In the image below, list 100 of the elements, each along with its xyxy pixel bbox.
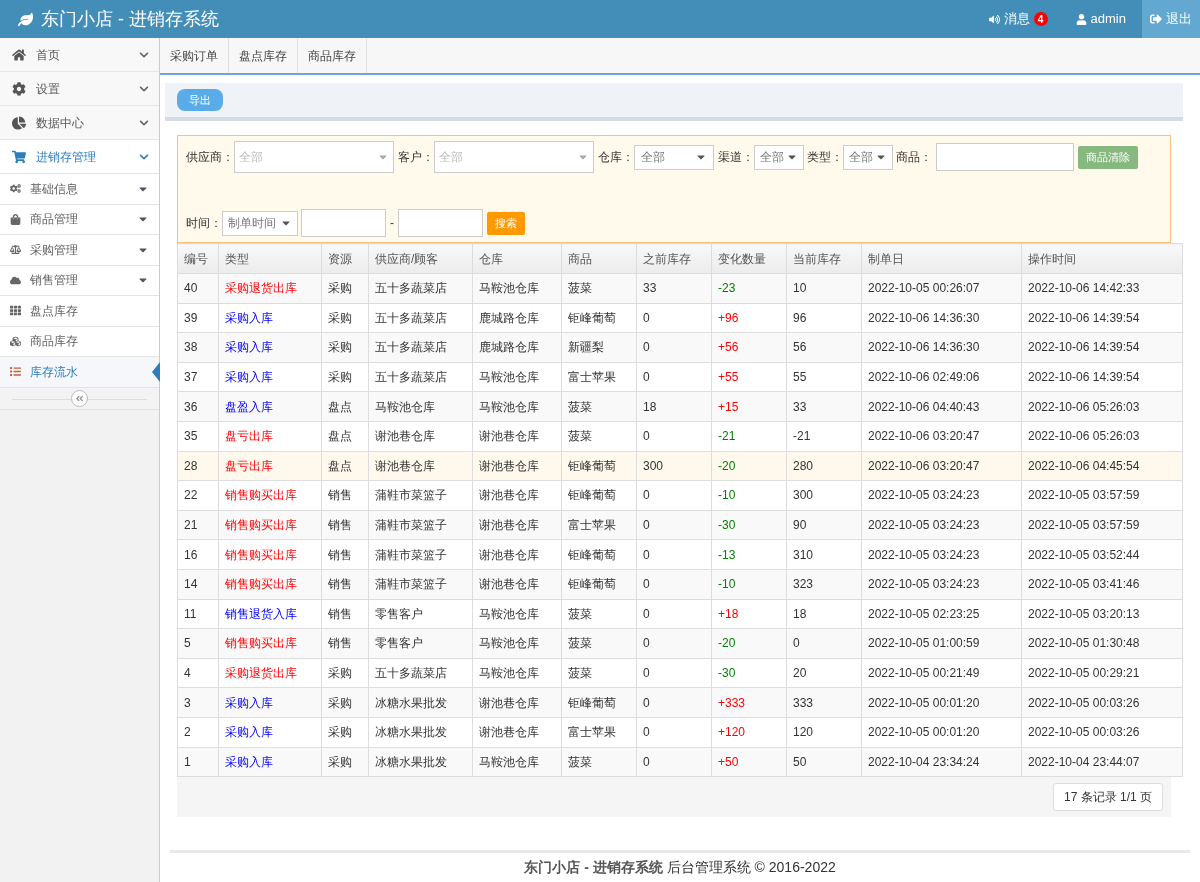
table-cell: 销售购买出库	[218, 480, 322, 511]
pagination-info: 17 条记录 1/1 页	[1052, 783, 1163, 812]
table-row[interactable]: 37 采购入库 采购 五十多蔬菜店 马鞍池仓库 富士苹果 0 +55 55 2022-10-06 02:49:06 2022-10-06 14:39:54	[177, 362, 1183, 392]
end-date-field[interactable]	[398, 209, 483, 237]
table-cell: 2022-10-06 05:26:03	[1021, 421, 1183, 452]
list-icon	[10, 366, 21, 378]
submenu-item[interactable]: 库存流水	[0, 357, 159, 388]
user-menu[interactable]: admin	[1059, 0, 1142, 38]
table-row[interactable]: 38 采购入库 采购 五十多蔬菜店 鹿城路仓库 新疆梨 0 +56 56 2022-10-06 14:36:30 2022-10-06 14:39:54	[177, 332, 1183, 363]
table-row[interactable]: 4 采购退货出库 采购 五十多蔬菜店 马鞍池仓库 菠菜 0 -30 20 2022-10-05 00:21:49 2022-10-05 00:29:21	[177, 658, 1183, 688]
sidebar-item[interactable]: 设置	[0, 72, 159, 106]
table-row[interactable]: 11 销售退货入库 销售 零售客户 马鞍池仓库 菠菜 0 +18 18 2022-10-05 02:23:25 2022-10-05 03:20:13	[177, 599, 1183, 629]
table-cell: 谢池巷仓库	[472, 569, 562, 600]
table-row[interactable]: 14 销售购买出库 销售 蒲鞋市菜篮子 谢池巷仓库 钜峰葡萄 0 -10 323 2022-10-05 03:24:23 2022-10-05 03:41:46	[177, 569, 1183, 600]
table-cell: 0	[636, 599, 712, 629]
submenu-item[interactable]: 销售管理	[0, 265, 159, 296]
table-cell: 2022-10-05 02:23:25	[861, 599, 1022, 629]
submenu-item[interactable]: 基础信息	[0, 174, 159, 205]
table-cell: 0	[636, 362, 712, 392]
time-select[interactable]: 制单时间	[222, 210, 298, 236]
table-cell: 2022-10-06 14:39:54	[1021, 362, 1183, 392]
filter-label: 类型：	[807, 149, 843, 166]
table-cell: 销售退货入库	[218, 599, 322, 629]
table-row[interactable]: 35 盘亏出库 盘点 谢池巷仓库 谢池巷仓库 菠菜 0 -21 -21 2022-10-06 03:20:47 2022-10-06 05:26:03	[177, 421, 1183, 452]
product-field[interactable]	[936, 143, 1074, 171]
table-cell: 0	[636, 510, 712, 540]
table-row[interactable]: 1 采购入库 采购 冰糖水果批发 马鞍池仓库 菠菜 0 +50 50 2022-10-04 23:34:24 2022-10-04 23:44:07	[177, 747, 1183, 777]
tab[interactable]: 商品库存	[298, 38, 367, 73]
submenu-item[interactable]: 盘点库存	[0, 296, 159, 327]
table-row[interactable]: 16 销售购买出库 销售 蒲鞋市菜篮子 谢池巷仓库 钜峰葡萄 0 -13 310 2022-10-05 03:24:23 2022-10-05 03:52:44	[177, 539, 1183, 570]
table-cell: 2022-10-05 00:01:20	[861, 687, 1022, 718]
table-cell: 2022-10-05 03:41:46	[1021, 569, 1183, 600]
table-cell: 五十多蔬菜店	[368, 332, 473, 363]
table-cell: 盘盈入库	[218, 391, 322, 422]
table-cell: 40	[177, 273, 219, 304]
table-row[interactable]: 28 盘亏出库 盘点 谢池巷仓库 谢池巷仓库 钜峰葡萄 300 -20 280 2022-10-06 03:20:47 2022-10-06 04:45:54	[177, 451, 1183, 481]
table-cell: -30	[711, 510, 787, 540]
table-cell: 2022-10-05 03:24:23	[861, 569, 1022, 600]
table-cell: 2022-10-05 03:57:59	[1021, 480, 1183, 511]
column-header: 编号	[177, 243, 219, 274]
table-cell: 销售购买出库	[218, 510, 322, 540]
table-cell: 菠菜	[561, 273, 637, 304]
table-row[interactable]: 5 销售购买出库 销售 零售客户 马鞍池仓库 菠菜 0 -20 0 2022-10-05 01:00:59 2022-10-05 01:30:48	[177, 628, 1183, 659]
table-row[interactable]: 39 采购入库 采购 五十多蔬菜店 鹿城路仓库 钜峰葡萄 0 +96 96 2022-10-06 14:36:30 2022-10-06 14:39:54	[177, 303, 1183, 333]
chevron-icon	[139, 151, 149, 162]
table-row[interactable]: 36 盘盈入库 盘点 马鞍池仓库 马鞍池仓库 菠菜 18 +15 33 2022-10-06 04:40:43 2022-10-06 05:26:03	[177, 391, 1183, 422]
table-cell: 22	[177, 480, 219, 511]
column-header: 供应商/顾客	[368, 243, 473, 274]
table-cell: -20	[711, 628, 787, 659]
column-header: 资源	[321, 243, 369, 274]
table-cell: 采购退货出库	[218, 658, 322, 688]
filter-label: 时间：	[186, 215, 222, 232]
table-cell: 零售客户	[368, 628, 473, 659]
submenu-item[interactable]: 商品管理	[0, 204, 159, 235]
start-date-field[interactable]	[301, 209, 386, 237]
messages-link[interactable]: 消息	[976, 0, 1034, 38]
table-cell: 2022-10-05 00:21:49	[861, 658, 1022, 688]
cubes-icon	[10, 335, 21, 347]
table-cell: 10	[786, 273, 862, 304]
table-cell: 采购	[321, 273, 369, 304]
table-cell: 销售	[321, 569, 369, 600]
table-cell: 谢池巷仓库	[472, 539, 562, 570]
table-cell: 120	[786, 717, 862, 747]
sidebar-item[interactable]: 数据中心	[0, 106, 159, 140]
tab[interactable]: 采购订单	[160, 38, 229, 73]
table-row[interactable]: 2 采购入库 采购 冰糖水果批发 谢池巷仓库 富士苹果 0 +120 120 2022-10-05 00:01:20 2022-10-05 00:03:26	[177, 717, 1183, 747]
tab[interactable]: 盘点库存	[229, 38, 298, 73]
table-row[interactable]: 21 销售购买出库 销售 蒲鞋市菜篮子 谢池巷仓库 富士苹果 0 -30 90 2022-10-05 03:24:23 2022-10-05 03:57:59	[177, 510, 1183, 540]
table-cell: -30	[711, 658, 787, 688]
table-cell: 39	[177, 303, 219, 333]
table-cell: 富士苹果	[561, 717, 637, 747]
sidebar-item[interactable]: 进销存管理	[0, 140, 159, 174]
table-row[interactable]: 40 采购退货出库 采购 五十多蔬菜店 马鞍池仓库 菠菜 33 -23 10 2022-10-05 00:26:07 2022-10-06 14:42:33	[177, 273, 1183, 304]
sidebar-item[interactable]: 首页	[0, 38, 159, 72]
channel-select[interactable]: 全部	[754, 144, 804, 170]
type-select[interactable]: 全部	[843, 144, 893, 170]
table-cell: 2022-10-05 00:03:26	[1021, 687, 1183, 718]
table-cell: 1	[177, 747, 219, 777]
table-cell: +15	[711, 391, 787, 422]
collapse-button[interactable]	[71, 389, 88, 407]
table-cell: 盘点	[321, 421, 369, 452]
filter-label: 客户：	[398, 149, 434, 166]
warehouse-select[interactable]: 全部	[634, 144, 714, 170]
table-cell: 0	[636, 628, 712, 659]
table-row[interactable]: 22 销售购买出库 销售 蒲鞋市菜篮子 谢池巷仓库 钜峰葡萄 0 -10 300 2022-10-05 03:24:23 2022-10-05 03:57:59	[177, 480, 1183, 511]
table-cell: 采购	[321, 717, 369, 747]
table-cell: 马鞍池仓库	[472, 628, 562, 659]
speaker-icon	[988, 13, 1000, 25]
table-cell: 采购	[321, 658, 369, 688]
table-cell: -10	[711, 569, 787, 600]
table-cell: 冰糖水果批发	[368, 747, 473, 777]
table-cell: 富士苹果	[561, 362, 637, 392]
table-cell: 蒲鞋市菜篮子	[368, 510, 473, 540]
table-cell: 销售	[321, 480, 369, 511]
table-cell: 新疆梨	[561, 332, 637, 363]
submenu-item[interactable]: 采购管理	[0, 235, 159, 266]
submenu-item[interactable]: 商品库存	[0, 326, 159, 357]
table-row[interactable]: 3 采购入库 采购 冰糖水果批发 谢池巷仓库 钜峰葡萄 0 +333 333 2022-10-05 00:01:20 2022-10-05 00:03:26	[177, 687, 1183, 718]
table-cell: 28	[177, 451, 219, 481]
table-cell: 0	[636, 303, 712, 333]
